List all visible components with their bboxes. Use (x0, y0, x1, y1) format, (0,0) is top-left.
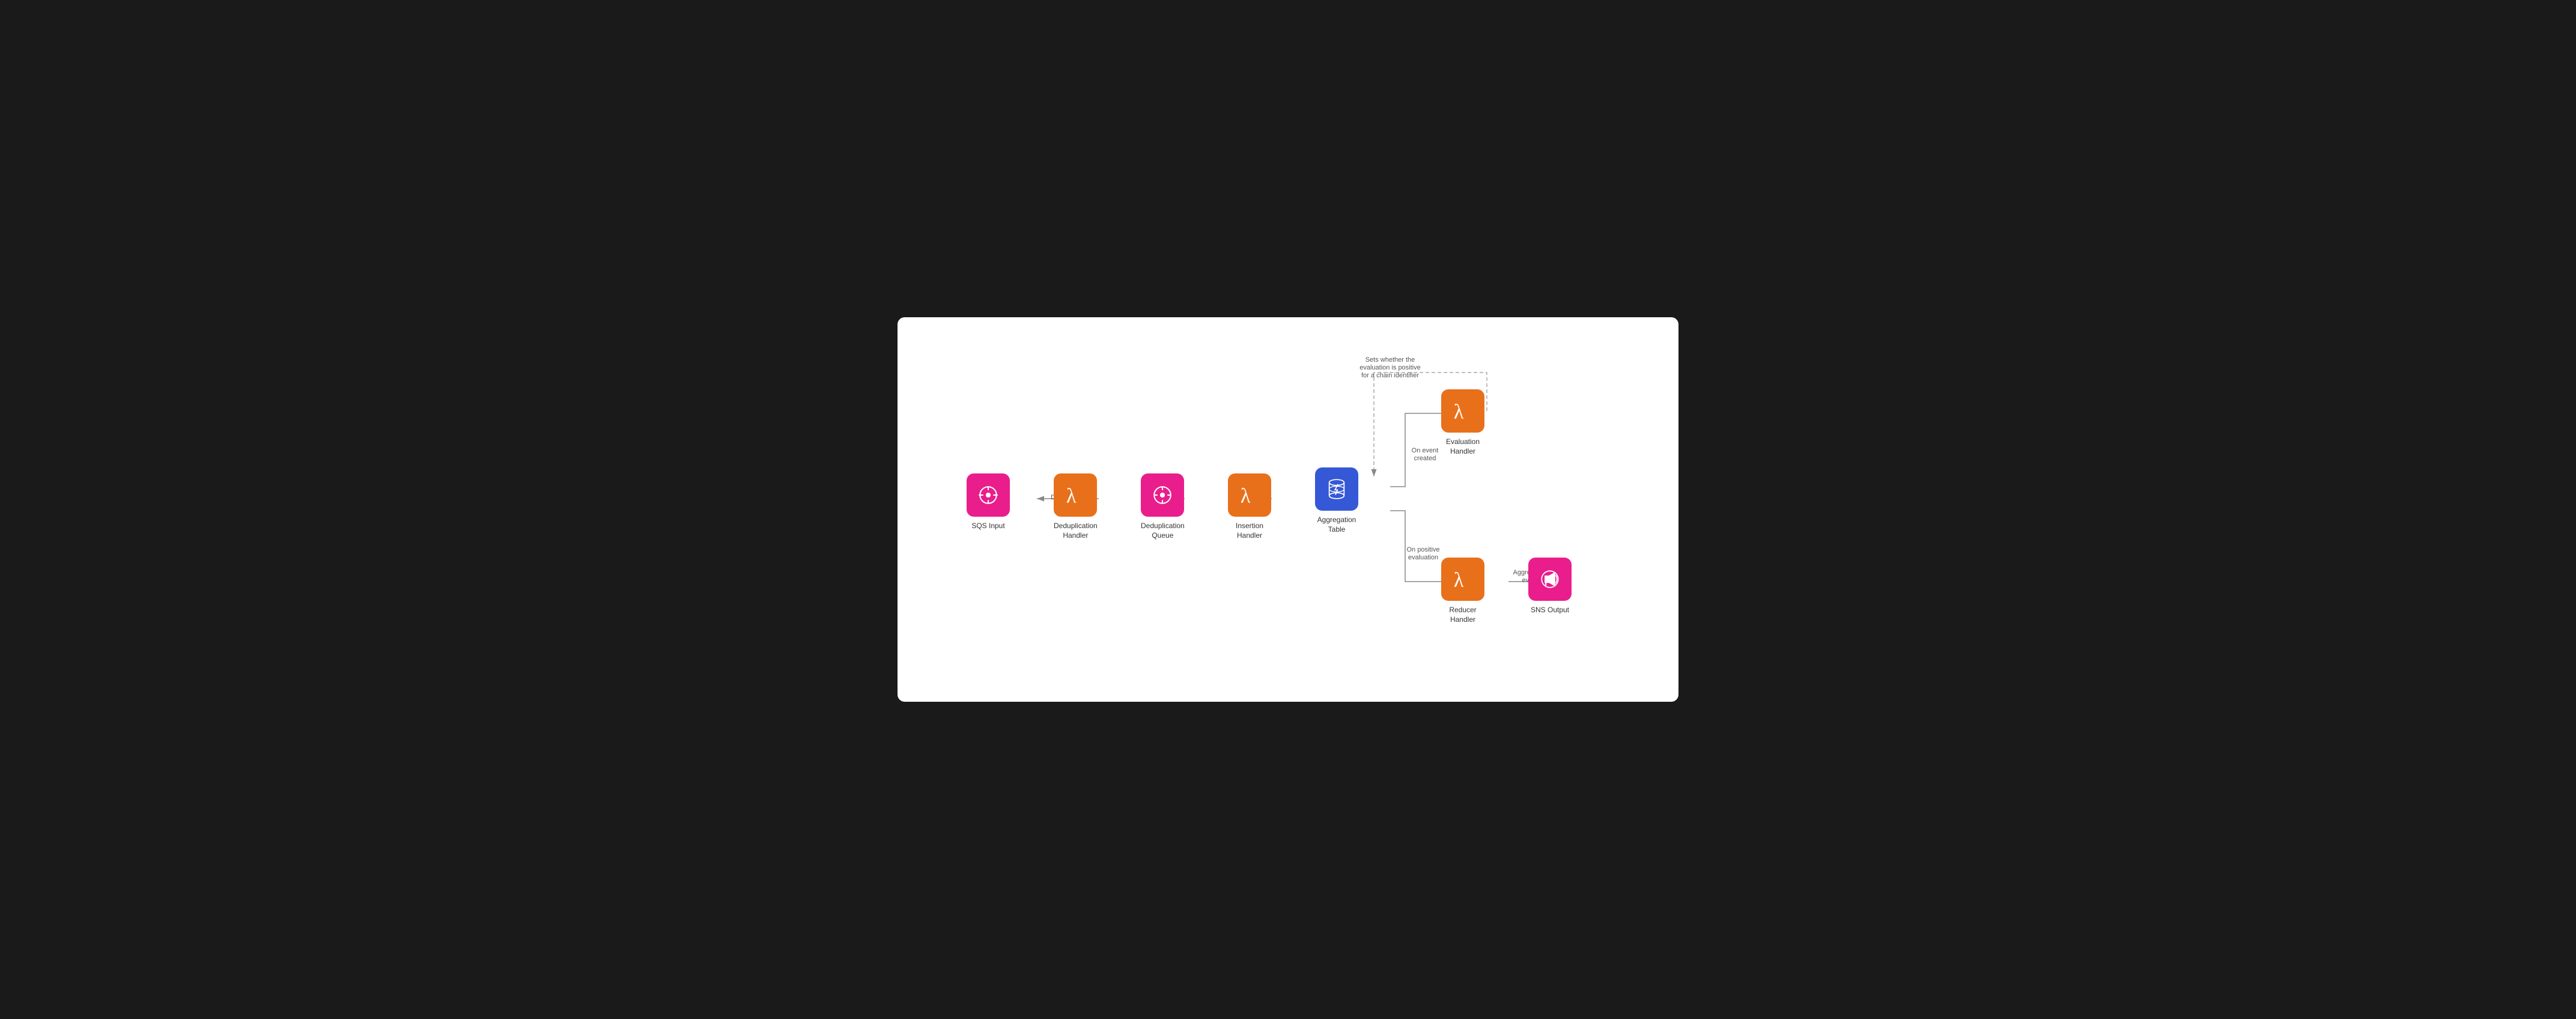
insertion-handler-icon: λ (1228, 473, 1271, 517)
sns-output-node: SNS Output (1528, 558, 1572, 615)
dedup-handler-node: λ DeduplicationHandler (1054, 473, 1098, 540)
dedup-handler-label: DeduplicationHandler (1054, 522, 1098, 540)
dedup-queue-icon (1141, 473, 1184, 517)
dedup-queue-node: DeduplicationQueue (1141, 473, 1185, 540)
reducer-handler-label: ReducerHandler (1449, 606, 1476, 624)
sqs-input-node: SQS Input (967, 473, 1010, 531)
svg-text:for a chain identifier: for a chain identifier (1361, 372, 1419, 379)
svg-text:On positive: On positive (1406, 546, 1439, 553)
diagram: Consume Documents Insert events Consumes… (934, 341, 1642, 678)
evaluation-handler-label: EvaluationHandler (1446, 437, 1480, 456)
svg-text:On event: On event (1412, 447, 1439, 454)
insertion-handler-node: λ InsertionHandler (1228, 473, 1271, 540)
aggregation-table-node: AggregationTable (1315, 467, 1358, 534)
sqs-input-label: SQS Input (971, 522, 1004, 531)
sqs-input-icon (967, 473, 1010, 517)
reducer-handler-icon: λ (1441, 558, 1484, 601)
aggregation-table-icon (1315, 467, 1358, 511)
svg-text:λ: λ (1066, 484, 1077, 507)
dedup-handler-icon: λ (1054, 473, 1097, 517)
evaluation-handler-node: λ EvaluationHandler (1441, 389, 1484, 456)
insertion-handler-label: InsertionHandler (1236, 522, 1263, 540)
dedup-queue-label: DeduplicationQueue (1141, 522, 1185, 540)
svg-text:λ: λ (1241, 484, 1251, 507)
sns-output-label: SNS Output (1531, 606, 1569, 615)
reducer-handler-node: λ ReducerHandler (1441, 558, 1484, 624)
diagram-container: Consume Documents Insert events Consumes… (898, 317, 1678, 702)
svg-text:evaluation: evaluation (1408, 554, 1438, 561)
svg-text:λ: λ (1454, 568, 1464, 591)
sns-output-icon (1528, 558, 1572, 601)
evaluation-handler-icon: λ (1441, 389, 1484, 433)
svg-text:λ: λ (1454, 400, 1464, 423)
svg-text:Sets whether the: Sets whether the (1365, 356, 1415, 363)
aggregation-table-label: AggregationTable (1317, 516, 1356, 534)
svg-text:created: created (1414, 455, 1436, 462)
svg-text:evaluation is positive: evaluation is positive (1359, 364, 1421, 371)
